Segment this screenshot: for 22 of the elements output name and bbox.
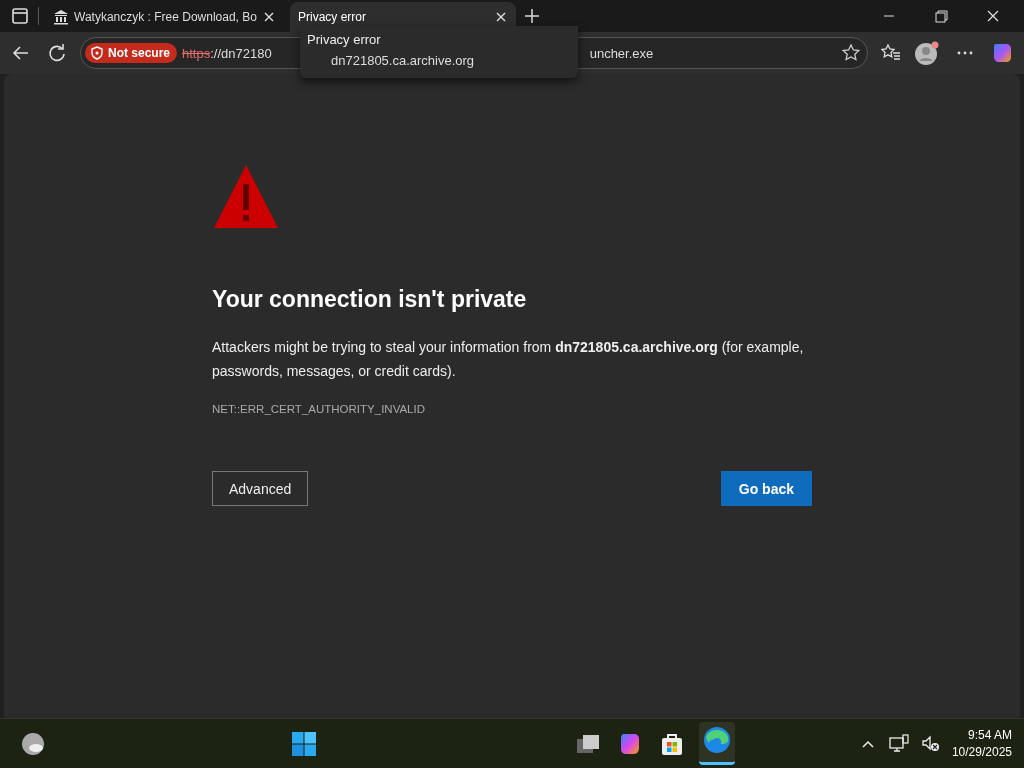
go-back-button[interactable]: Go back <box>720 471 812 506</box>
url-text: uncher.exe <box>589 45 654 61</box>
network-icon[interactable] <box>887 732 910 755</box>
tooltip-title: Privacy error <box>307 32 381 47</box>
browser-icon <box>701 724 733 756</box>
clock[interactable]: 9:54 AM 10/29/2025 <box>951 726 1012 761</box>
museum-icon <box>53 9 69 25</box>
weather-icon <box>20 730 46 757</box>
tab-title: Privacy error <box>297 10 367 24</box>
error-code: NET::ERR_CERT_AUTHORITY_INVALID <box>212 403 425 415</box>
tooltip-host: dn721805.ca.archive.org <box>330 53 475 68</box>
edge-taskbar-button[interactable] <box>699 722 735 765</box>
start-icon[interactable] <box>291 730 317 757</box>
error-message: Attackers might be trying to steal your information from dn721805.ca.archive.org (for example, passwords, messages, or credit cards). <box>212 338 805 381</box>
advanced-button[interactable]: Advanced <box>212 471 309 506</box>
tab-title: Watykanczyk : Free Download, Bo <box>74 10 257 24</box>
not-secure-badge[interactable]: Not secure <box>85 43 178 63</box>
url-text: https://dn72180 <box>182 45 272 61</box>
star-icon[interactable] <box>841 43 861 63</box>
error-heading: Your connection isn't private <box>212 286 527 313</box>
browser-tab[interactable]: Watykanczyk : Free Download, Bo <box>45 2 284 32</box>
shield-icon <box>90 46 104 60</box>
